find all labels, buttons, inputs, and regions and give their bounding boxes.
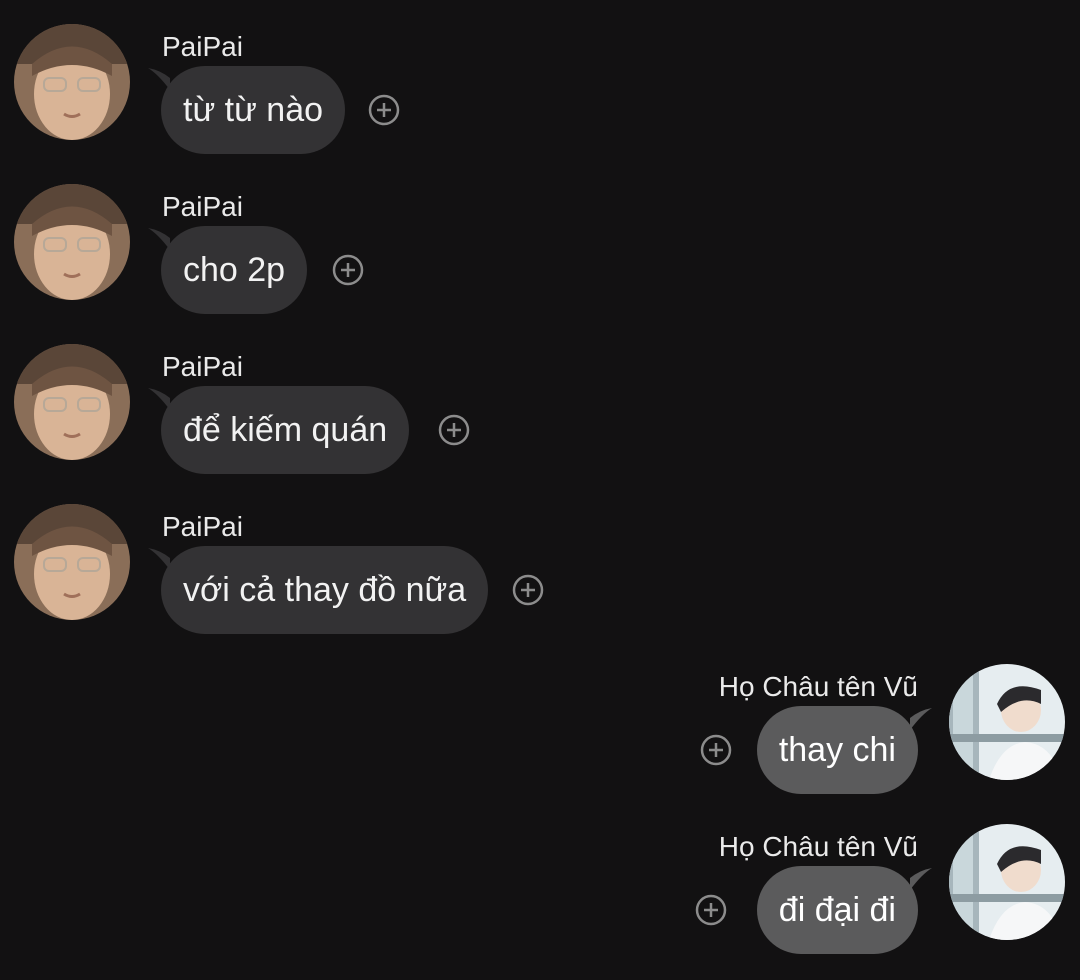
message-bubble[interactable]: từ từ nào — [161, 66, 346, 154]
sender-name: Họ Châu tên Vũ — [718, 671, 918, 702]
message-row: Họ Châu tên Vũ thay chi — [0, 660, 1080, 820]
add-reaction-icon[interactable] — [695, 894, 727, 926]
paipai-avatar-icon[interactable] — [14, 344, 130, 460]
paipai-avatar-icon[interactable] — [14, 504, 130, 620]
sender-name: Họ Châu tên Vũ — [718, 831, 918, 862]
bubble-tail — [910, 708, 932, 730]
vu-avatar-icon[interactable] — [949, 824, 1065, 940]
message-row: PaiPai cho 2p — [0, 180, 1080, 340]
bubble-tail — [910, 868, 932, 890]
paipai-avatar-icon[interactable] — [14, 24, 130, 140]
message-bubble[interactable]: cho 2p — [161, 226, 308, 314]
vu-avatar-icon[interactable] — [949, 664, 1065, 780]
message-bubble[interactable]: với cả thay đồ nữa — [161, 546, 489, 634]
message-row: PaiPai với cả thay đồ nữa — [0, 500, 1080, 660]
message-row: PaiPai từ từ nào — [0, 20, 1080, 180]
add-reaction-icon[interactable] — [700, 734, 732, 766]
add-reaction-icon[interactable] — [438, 414, 470, 446]
message-row: Họ Châu tên Vũ đi đại đi — [0, 820, 1080, 980]
message-row: PaiPai để kiếm quán — [0, 340, 1080, 500]
paipai-avatar-icon[interactable] — [14, 184, 130, 300]
sender-name: PaiPai — [162, 511, 243, 542]
sender-name: PaiPai — [162, 191, 243, 222]
message-bubble[interactable]: đi đại đi — [756, 866, 918, 954]
message-bubble[interactable]: thay chi — [756, 706, 918, 794]
add-reaction-icon[interactable] — [512, 574, 544, 606]
sender-name: PaiPai — [162, 351, 243, 382]
add-reaction-icon[interactable] — [368, 94, 400, 126]
add-reaction-icon[interactable] — [332, 254, 364, 286]
message-bubble[interactable]: để kiếm quán — [161, 386, 410, 474]
sender-name: PaiPai — [162, 31, 243, 62]
